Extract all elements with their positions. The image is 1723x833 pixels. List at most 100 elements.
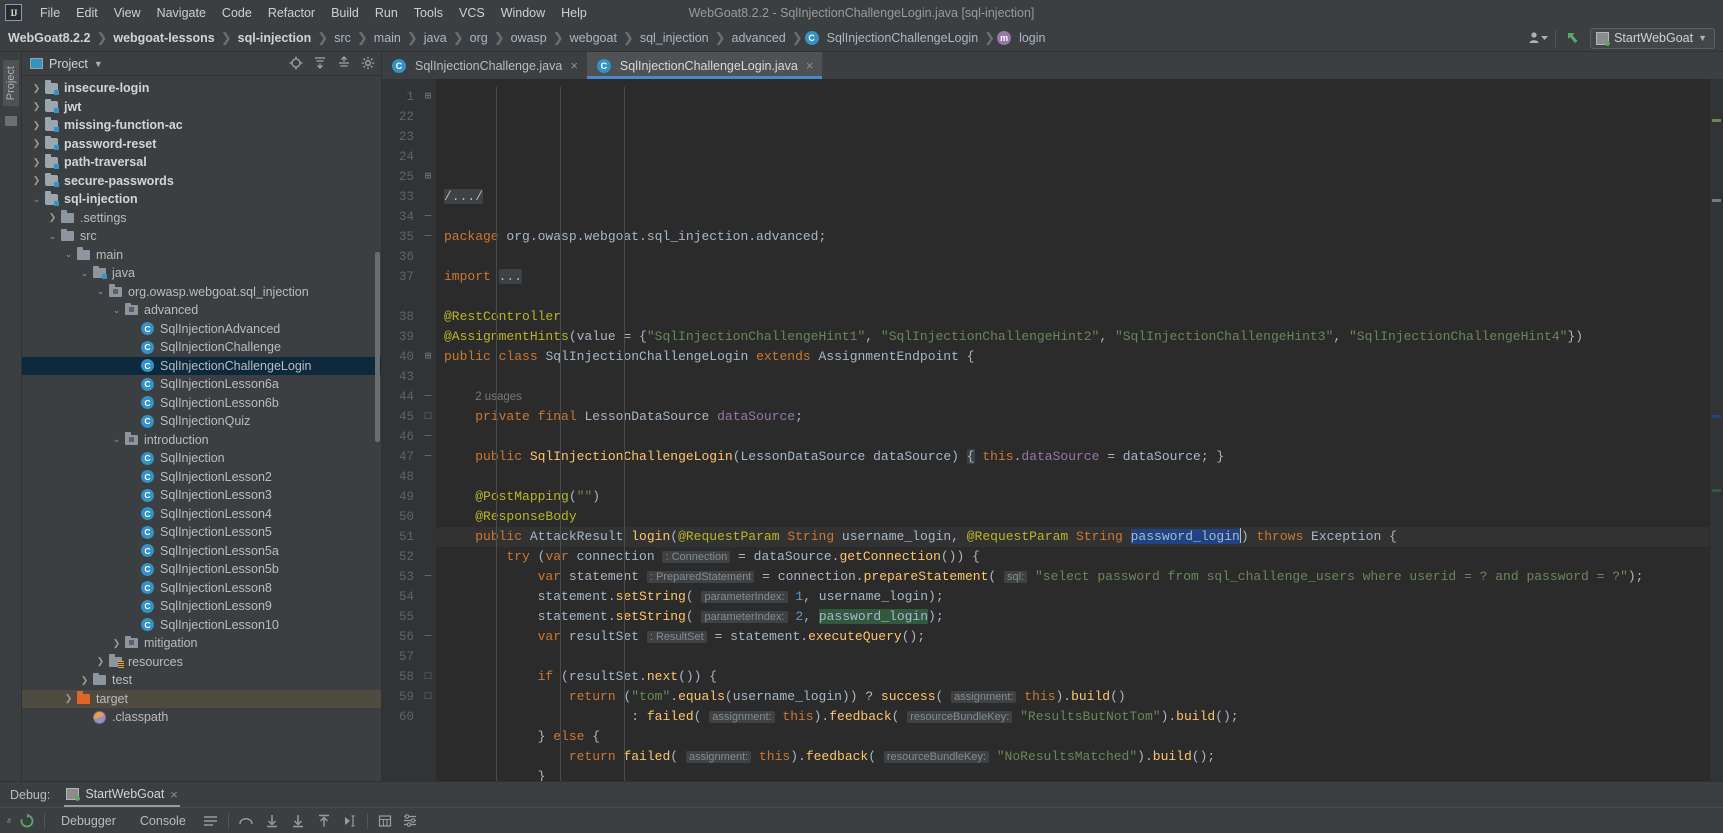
fold-marker[interactable]: [420, 367, 436, 387]
force-step-into-icon[interactable]: [285, 810, 311, 832]
chevron-down-icon[interactable]: ⌄: [30, 194, 43, 205]
chevron-right-icon[interactable]: ❯: [30, 101, 43, 112]
code-line[interactable]: [444, 647, 1709, 667]
tree-node-sqlinjection[interactable]: C SqlInjection: [22, 449, 381, 468]
menu-item-file[interactable]: File: [32, 3, 68, 23]
chevron-right-icon[interactable]: ❯: [110, 638, 123, 649]
breadcrumb-item-class[interactable]: C SqlInjectionChallengeLogin ❯: [804, 29, 997, 47]
settings-gear-icon[interactable]: [361, 56, 375, 72]
project-tree-scrollbar[interactable]: [375, 252, 380, 442]
tree-node-sqlinjectionlesson5[interactable]: C SqlInjectionLesson5: [22, 523, 381, 542]
code-line[interactable]: return ("tom".equals(username_login)) ? …: [444, 687, 1709, 707]
fold-marker[interactable]: □: [420, 407, 436, 427]
menu-item-tools[interactable]: Tools: [406, 3, 451, 23]
fold-marker[interactable]: [420, 327, 436, 347]
update-arrow-icon[interactable]: [1562, 28, 1584, 48]
run-to-cursor-icon[interactable]: [337, 810, 363, 832]
fold-marker[interactable]: [420, 547, 436, 567]
fold-marker[interactable]: [420, 607, 436, 627]
code-line[interactable]: [444, 467, 1709, 487]
code-line[interactable]: try (var connection : Connection = dataS…: [444, 547, 1709, 567]
chevron-right-icon[interactable]: ❯: [30, 83, 43, 94]
tree-node-java[interactable]: ⌄ java: [22, 264, 381, 283]
tree-node-jwt[interactable]: ❯ jwt: [22, 98, 381, 117]
menu-item-run[interactable]: Run: [367, 3, 406, 23]
collapse-all-icon[interactable]: [337, 55, 351, 72]
fold-marker[interactable]: [420, 307, 436, 327]
tree-node-sqlinjectionlesson5b[interactable]: C SqlInjectionLesson5b: [22, 560, 381, 579]
menu-item-window[interactable]: Window: [493, 3, 553, 23]
code-line[interactable]: [444, 247, 1709, 267]
debug-tab-debugger[interactable]: Debugger: [49, 814, 128, 828]
fold-marker[interactable]: ─: [420, 447, 436, 467]
code-line[interactable]: public class SqlInjectionChallengeLogin …: [444, 347, 1709, 367]
menu-item-code[interactable]: Code: [214, 3, 260, 23]
menu-item-refactor[interactable]: Refactor: [260, 3, 323, 23]
breadcrumb-item-java[interactable]: java ❯: [420, 29, 466, 47]
step-out-icon[interactable]: [311, 810, 337, 832]
source-code[interactable]: /.../ package org.owasp.webgoat.sql_inje…: [436, 79, 1709, 781]
rerun-icon[interactable]: [14, 810, 40, 832]
code-line[interactable]: 2 usages: [444, 387, 1709, 407]
close-icon[interactable]: ×: [806, 58, 814, 73]
code-line[interactable]: [444, 367, 1709, 387]
fold-marker[interactable]: ⊞: [420, 347, 436, 367]
code-line[interactable]: private final LessonDataSource dataSourc…: [444, 407, 1709, 427]
fold-marker[interactable]: [420, 587, 436, 607]
chevron-down-icon[interactable]: ⌄: [78, 268, 91, 279]
fold-marker[interactable]: ─: [420, 387, 436, 407]
code-line[interactable]: @AssignmentHints(value = {"SqlInjectionC…: [444, 327, 1709, 347]
chevron-down-icon[interactable]: ⌄: [94, 286, 107, 297]
tree-node-path-traversal[interactable]: ❯ path-traversal: [22, 153, 381, 172]
editor-tab-sql-injection-challenge[interactable]: C SqlInjectionChallenge.java ×: [382, 52, 587, 79]
code-line[interactable]: [444, 287, 1709, 307]
breadcrumb-item-method[interactable]: m login: [997, 29, 1049, 47]
code-line[interactable]: return failed( assignment: this).feedbac…: [444, 747, 1709, 767]
tree-node-sqlinjectionlesson2[interactable]: C SqlInjectionLesson2: [22, 468, 381, 487]
tree-node-missing-function-ac[interactable]: ❯ missing-function-ac: [22, 116, 381, 135]
tree-node-target[interactable]: ❯ target: [22, 689, 381, 708]
project-tree[interactable]: ❯ insecure-login ❯ jwt ❯ missing-function-ac ❯…: [22, 76, 381, 781]
tree-node-insecure-login[interactable]: ❯ insecure-login: [22, 79, 381, 98]
chevron-right-icon[interactable]: ❯: [62, 693, 75, 704]
tree-node-sqlinjectionlesson3[interactable]: C SqlInjectionLesson3: [22, 486, 381, 505]
locate-icon[interactable]: [289, 56, 303, 72]
tree-node-sql-injection[interactable]: ⌄ sql-injection: [22, 190, 381, 209]
chevron-down-icon[interactable]: ⌄: [62, 249, 75, 260]
expand-all-icon[interactable]: [313, 56, 327, 72]
breadcrumb-item-src[interactable]: src ❯: [330, 29, 370, 47]
tree-node-sqlinjectionlesson9[interactable]: C SqlInjectionLesson9: [22, 597, 381, 616]
step-over-icon[interactable]: [233, 810, 259, 832]
tree-node-sqlinjectionchallengelogin[interactable]: C SqlInjectionChallengeLogin: [22, 356, 381, 375]
editor-marker-rail[interactable]: [1709, 79, 1723, 781]
tree-node-sqlinjectionlesson5a[interactable]: C SqlInjectionLesson5a: [22, 542, 381, 561]
fold-marker[interactable]: [420, 507, 436, 527]
chevron-right-icon[interactable]: ❯: [46, 212, 59, 223]
chevron-down-icon[interactable]: ▼: [94, 59, 103, 69]
code-line[interactable]: : failed( assignment: this).feedback( re…: [444, 707, 1709, 727]
chevron-right-icon[interactable]: ❯: [30, 175, 43, 186]
tree-node-sqlinjectionchallenge[interactable]: C SqlInjectionChallenge: [22, 338, 381, 357]
tree-node-introduction[interactable]: ⌄ introduction: [22, 431, 381, 450]
tree-node--classpath[interactable]: .classpath: [22, 708, 381, 727]
fold-marker[interactable]: □: [420, 687, 436, 707]
fold-marker[interactable]: ─: [420, 567, 436, 587]
code-editor[interactable]: 1 22 23 24 25 33 34 35 36 37 38 39 40 43 44 45 46 47 48 49 5…: [382, 79, 1723, 781]
breadcrumb-item-owasp[interactable]: owasp ❯: [507, 29, 566, 47]
menu-icon[interactable]: [198, 810, 224, 832]
breadcrumb-item-project[interactable]: WebGoat8.2.2 ❯: [4, 29, 109, 47]
fold-marker[interactable]: [420, 267, 436, 287]
chevron-right-icon[interactable]: ❯: [94, 656, 107, 667]
editor-tab-sql-injection-challenge-login[interactable]: C SqlInjectionChallengeLogin.java ×: [586, 52, 823, 79]
settings-icon[interactable]: [398, 810, 424, 832]
chevron-down-icon[interactable]: ⌄: [110, 434, 123, 445]
step-into-icon[interactable]: [259, 810, 285, 832]
breadcrumb-item-advanced[interactable]: advanced ❯: [728, 29, 805, 47]
code-line[interactable]: @PostMapping(""): [444, 487, 1709, 507]
code-line[interactable]: [444, 207, 1709, 227]
chevron-down-icon[interactable]: ⌄: [110, 305, 123, 316]
menu-item-view[interactable]: View: [106, 3, 149, 23]
fold-marker[interactable]: [420, 707, 436, 727]
tree-node-sqlinjectionlesson6a[interactable]: C SqlInjectionLesson6a: [22, 375, 381, 394]
tool-window-button-project[interactable]: Project: [2, 60, 19, 107]
